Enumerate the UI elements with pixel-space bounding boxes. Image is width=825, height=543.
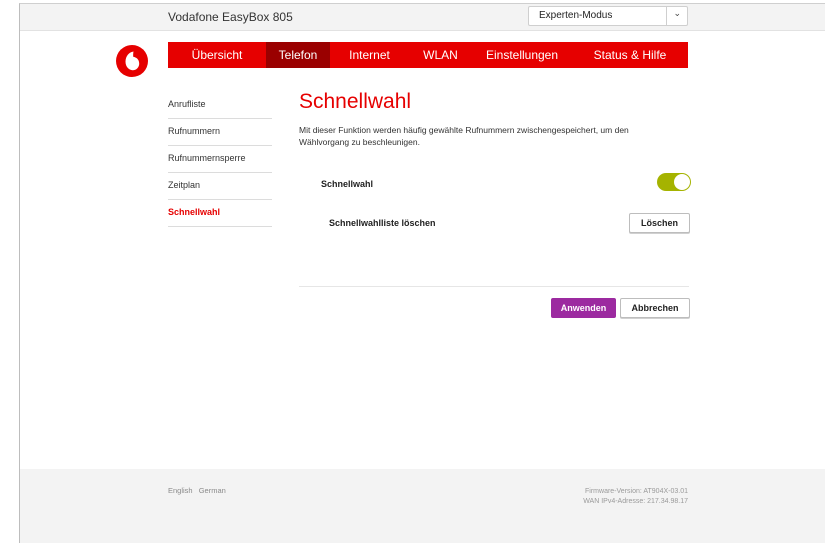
sidebar-item-zeitplan[interactable]: Zeitplan <box>168 173 272 200</box>
mode-select-divider <box>666 7 667 25</box>
apply-button[interactable]: Anwenden <box>551 298 616 318</box>
browser-viewport: Vodafone EasyBox 805 Experten-Modus ⌄ Üb… <box>19 3 825 543</box>
content-divider <box>299 286 689 287</box>
delete-button[interactable]: Löschen <box>629 213 690 233</box>
toggle-knob <box>674 174 690 190</box>
footer: English German Firmware-Version: AT904X-… <box>20 469 825 543</box>
schnellwahl-toggle[interactable] <box>657 173 691 191</box>
cancel-button[interactable]: Abbrechen <box>620 298 690 318</box>
vodafone-logo[interactable] <box>116 45 148 77</box>
language-link-german[interactable]: German <box>199 486 226 495</box>
top-bar: Vodafone EasyBox 805 Experten-Modus ⌄ <box>20 4 825 31</box>
sidebar-item-rufnummern[interactable]: Rufnummern <box>168 119 272 146</box>
page-title: Schnellwahl <box>299 90 412 113</box>
main-nav: Übersicht Telefon Internet WLAN Einstell… <box>168 42 688 68</box>
nav-item-status-hilfe[interactable]: Status & Hilfe <box>572 42 688 68</box>
sidebar-item-schnellwahl[interactable]: Schnellwahl <box>168 200 272 227</box>
mode-select-value: Experten-Modus <box>539 10 613 21</box>
sidebar: Anrufliste Rufnummern Rufnummernsperre Z… <box>168 92 272 227</box>
nav-item-internet[interactable]: Internet <box>330 42 409 68</box>
schnellwahl-toggle-label: Schnellwahl <box>321 179 374 189</box>
firmware-info: Firmware-Version: AT904X-03.01 WAN IPv4-… <box>583 487 688 507</box>
firmware-version: Firmware-Version: AT904X-03.01 <box>585 488 688 495</box>
sidebar-item-rufnummernsperre[interactable]: Rufnummernsperre <box>168 146 272 173</box>
nav-item-telefon[interactable]: Telefon <box>266 42 330 68</box>
clear-list-label: Schnellwahlliste löschen <box>329 218 436 228</box>
nav-item-uebersicht[interactable]: Übersicht <box>168 42 266 68</box>
language-links: English German <box>168 486 230 495</box>
device-title: Vodafone EasyBox 805 <box>168 10 293 24</box>
nav-item-wlan[interactable]: WLAN <box>409 42 472 68</box>
page-description: Mit dieser Funktion werden häufig gewähl… <box>299 125 629 147</box>
language-link-english[interactable]: English <box>168 486 193 495</box>
mode-select[interactable]: Experten-Modus ⌄ <box>528 6 688 26</box>
nav-item-einstellungen[interactable]: Einstellungen <box>472 42 572 68</box>
chevron-down-icon: ⌄ <box>673 8 681 18</box>
wan-address: WAN IPv4-Adresse: 217.34.98.17 <box>583 498 688 505</box>
sidebar-item-anrufliste[interactable]: Anrufliste <box>168 92 272 119</box>
